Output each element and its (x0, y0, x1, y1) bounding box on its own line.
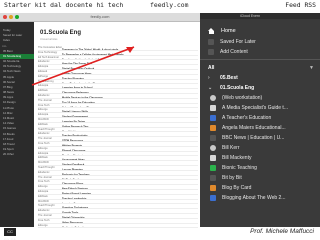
chevron-down-icon: ▼ (309, 65, 314, 71)
feed-item-label: Blogging About The Web 2... (222, 195, 286, 201)
folder-best[interactable]: › 05.Best (200, 73, 320, 83)
article-title: Coding in Schools (62, 226, 85, 229)
menu-item-saved-label: Saved For Later (220, 39, 256, 45)
feed-icon (210, 195, 216, 201)
feed-item[interactable]: Bit by Bit (200, 173, 320, 183)
home-icon (208, 28, 215, 34)
feed-item[interactable]: Bill Mackenty (200, 153, 320, 163)
desktop-sidebar: Today Saved for Later Index ALL 05.Best 0… (0, 22, 34, 227)
feed-item-label: (Web workstation) (222, 95, 263, 101)
section-all-label: All (208, 65, 215, 71)
folder-scuola-eng[interactable]: ⌄ 01.Scuola Eng (200, 83, 320, 93)
feed-item[interactable]: Blog By Card (200, 183, 320, 193)
folder-best-label: 05.Best (220, 75, 238, 81)
sidebar-feed-list: 05.Best 01.Scuola Eng 02.Scuola Ita 03.Tech… (0, 49, 34, 158)
feed-icon (210, 145, 216, 151)
banner-site: feedly.com (150, 1, 189, 9)
feed-item-label: A Teacher's Education (222, 115, 272, 121)
chevron-right-icon: › (208, 75, 210, 81)
feed-item-label: Blog By Card (222, 185, 252, 191)
window-titlebar: feedly.com (0, 13, 200, 22)
plus-icon (208, 49, 214, 55)
feed-item-label: Angela Maiers Educational... (222, 125, 286, 131)
menu-item-add-content-label: Add Content (220, 49, 248, 55)
feed-item-label: Bit by Bit (222, 175, 242, 181)
feed-item-label: Bill Kerr (222, 145, 240, 151)
article-row[interactable]: Edsurge Coding in Schools (38, 224, 198, 229)
desktop-window: feedly.com Today Saved for Later Index A… (0, 13, 200, 229)
feed-icon (210, 105, 216, 111)
menu-item-saved[interactable]: Saved For Later (200, 37, 320, 47)
feed-subtitle: Unread articles (40, 38, 58, 41)
feed-icon (210, 175, 216, 181)
author-credit: Prof. Michele Maffucci (250, 228, 314, 235)
feed-item[interactable]: Blogging About The Web 2... (200, 193, 320, 203)
menu-item-home[interactable]: Home (200, 25, 320, 37)
feed-icon (210, 135, 216, 141)
menu-item-add-content[interactable]: Add Content (200, 47, 320, 57)
feed-item-label: BBC News | Education | U... (222, 135, 285, 141)
article-source: Edsurge (38, 223, 48, 227)
feed-icon (210, 115, 216, 121)
feed-item-label: A Media Specialist's Guide t... (222, 105, 288, 111)
menu-item-home-label: Home (221, 28, 236, 34)
feed-icon (210, 155, 216, 161)
feed-icon (210, 125, 216, 131)
bookmark-icon (208, 39, 214, 45)
feed-item[interactable]: Bill Kerr (200, 143, 320, 153)
feed-item-label: Bionic Teaching (222, 165, 257, 171)
feed-item[interactable]: Bionic Teaching (200, 163, 320, 173)
banner-topic: Feed RSS (285, 1, 316, 9)
screenshot-frame: feedly.com Today Saved for Later Index A… (0, 13, 320, 229)
chevron-down-icon: ⌄ (208, 85, 213, 91)
feed-title: 01.Scuola Eng (40, 30, 82, 36)
window-title: feedly.com (90, 14, 110, 19)
red-arrow-icon (31, 46, 135, 86)
license-badge: CC BY-SA (4, 228, 16, 240)
feed-item[interactable]: A Media Specialist's Guide t... (200, 103, 320, 113)
feed-icon (210, 185, 216, 191)
banner-title: Starter kit dal docente hi tech (4, 1, 124, 9)
feed-item[interactable]: Angela Maiers Educational... (200, 123, 320, 133)
sidebar-feed-item[interactable]: 20.Other (0, 152, 34, 157)
divider (200, 59, 320, 60)
mobile-app-panel: iCloud Evern Home Saved For Later Add Co… (200, 13, 320, 227)
feed-icon (210, 165, 216, 171)
folder-scuola-eng-label: 01.Scuola Eng (220, 85, 255, 91)
section-all[interactable]: All ▼ (200, 63, 320, 73)
feed-item-label: Bill Mackenty (222, 155, 252, 161)
feed-item[interactable]: (Web workstation) (200, 93, 320, 103)
feed-item[interactable]: BBC News | Education | U... (200, 133, 320, 143)
feed-icon (210, 95, 216, 101)
feed-list: (Web workstation) A Media Specialist's Gu… (200, 93, 320, 203)
feed-item[interactable]: A Teacher's Education (200, 113, 320, 123)
